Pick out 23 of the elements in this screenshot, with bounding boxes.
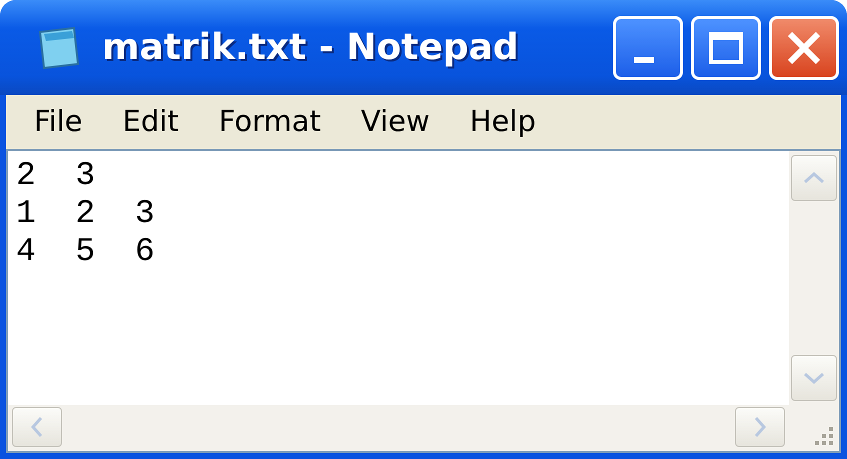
minimize-icon (634, 56, 654, 62)
horizontal-scrollbar[interactable] (8, 405, 789, 451)
window-title: matrik.txt - Notepad (102, 26, 519, 70)
scroll-left-button[interactable] (12, 407, 62, 447)
chevron-up-icon (803, 172, 825, 184)
close-icon (786, 30, 822, 66)
menu-item[interactable]: Help (450, 100, 556, 144)
menu-item[interactable]: Format (198, 100, 341, 144)
chevron-right-icon (754, 416, 766, 438)
chevron-down-icon (803, 372, 825, 384)
minimize-button[interactable] (613, 16, 683, 80)
scroll-right-button[interactable] (735, 407, 785, 447)
maximize-button[interactable] (691, 16, 761, 80)
close-button[interactable] (769, 16, 839, 80)
menu-item[interactable]: Edit (102, 100, 199, 144)
notepad-icon (36, 26, 82, 70)
menu-item[interactable]: File (14, 100, 103, 144)
menu-item[interactable]: View (340, 100, 450, 144)
scroll-up-button[interactable] (791, 155, 837, 201)
chevron-left-icon (31, 416, 43, 438)
maximize-icon (708, 30, 744, 64)
scroll-down-button[interactable] (791, 355, 837, 401)
vertical-scrollbar[interactable] (789, 151, 839, 405)
